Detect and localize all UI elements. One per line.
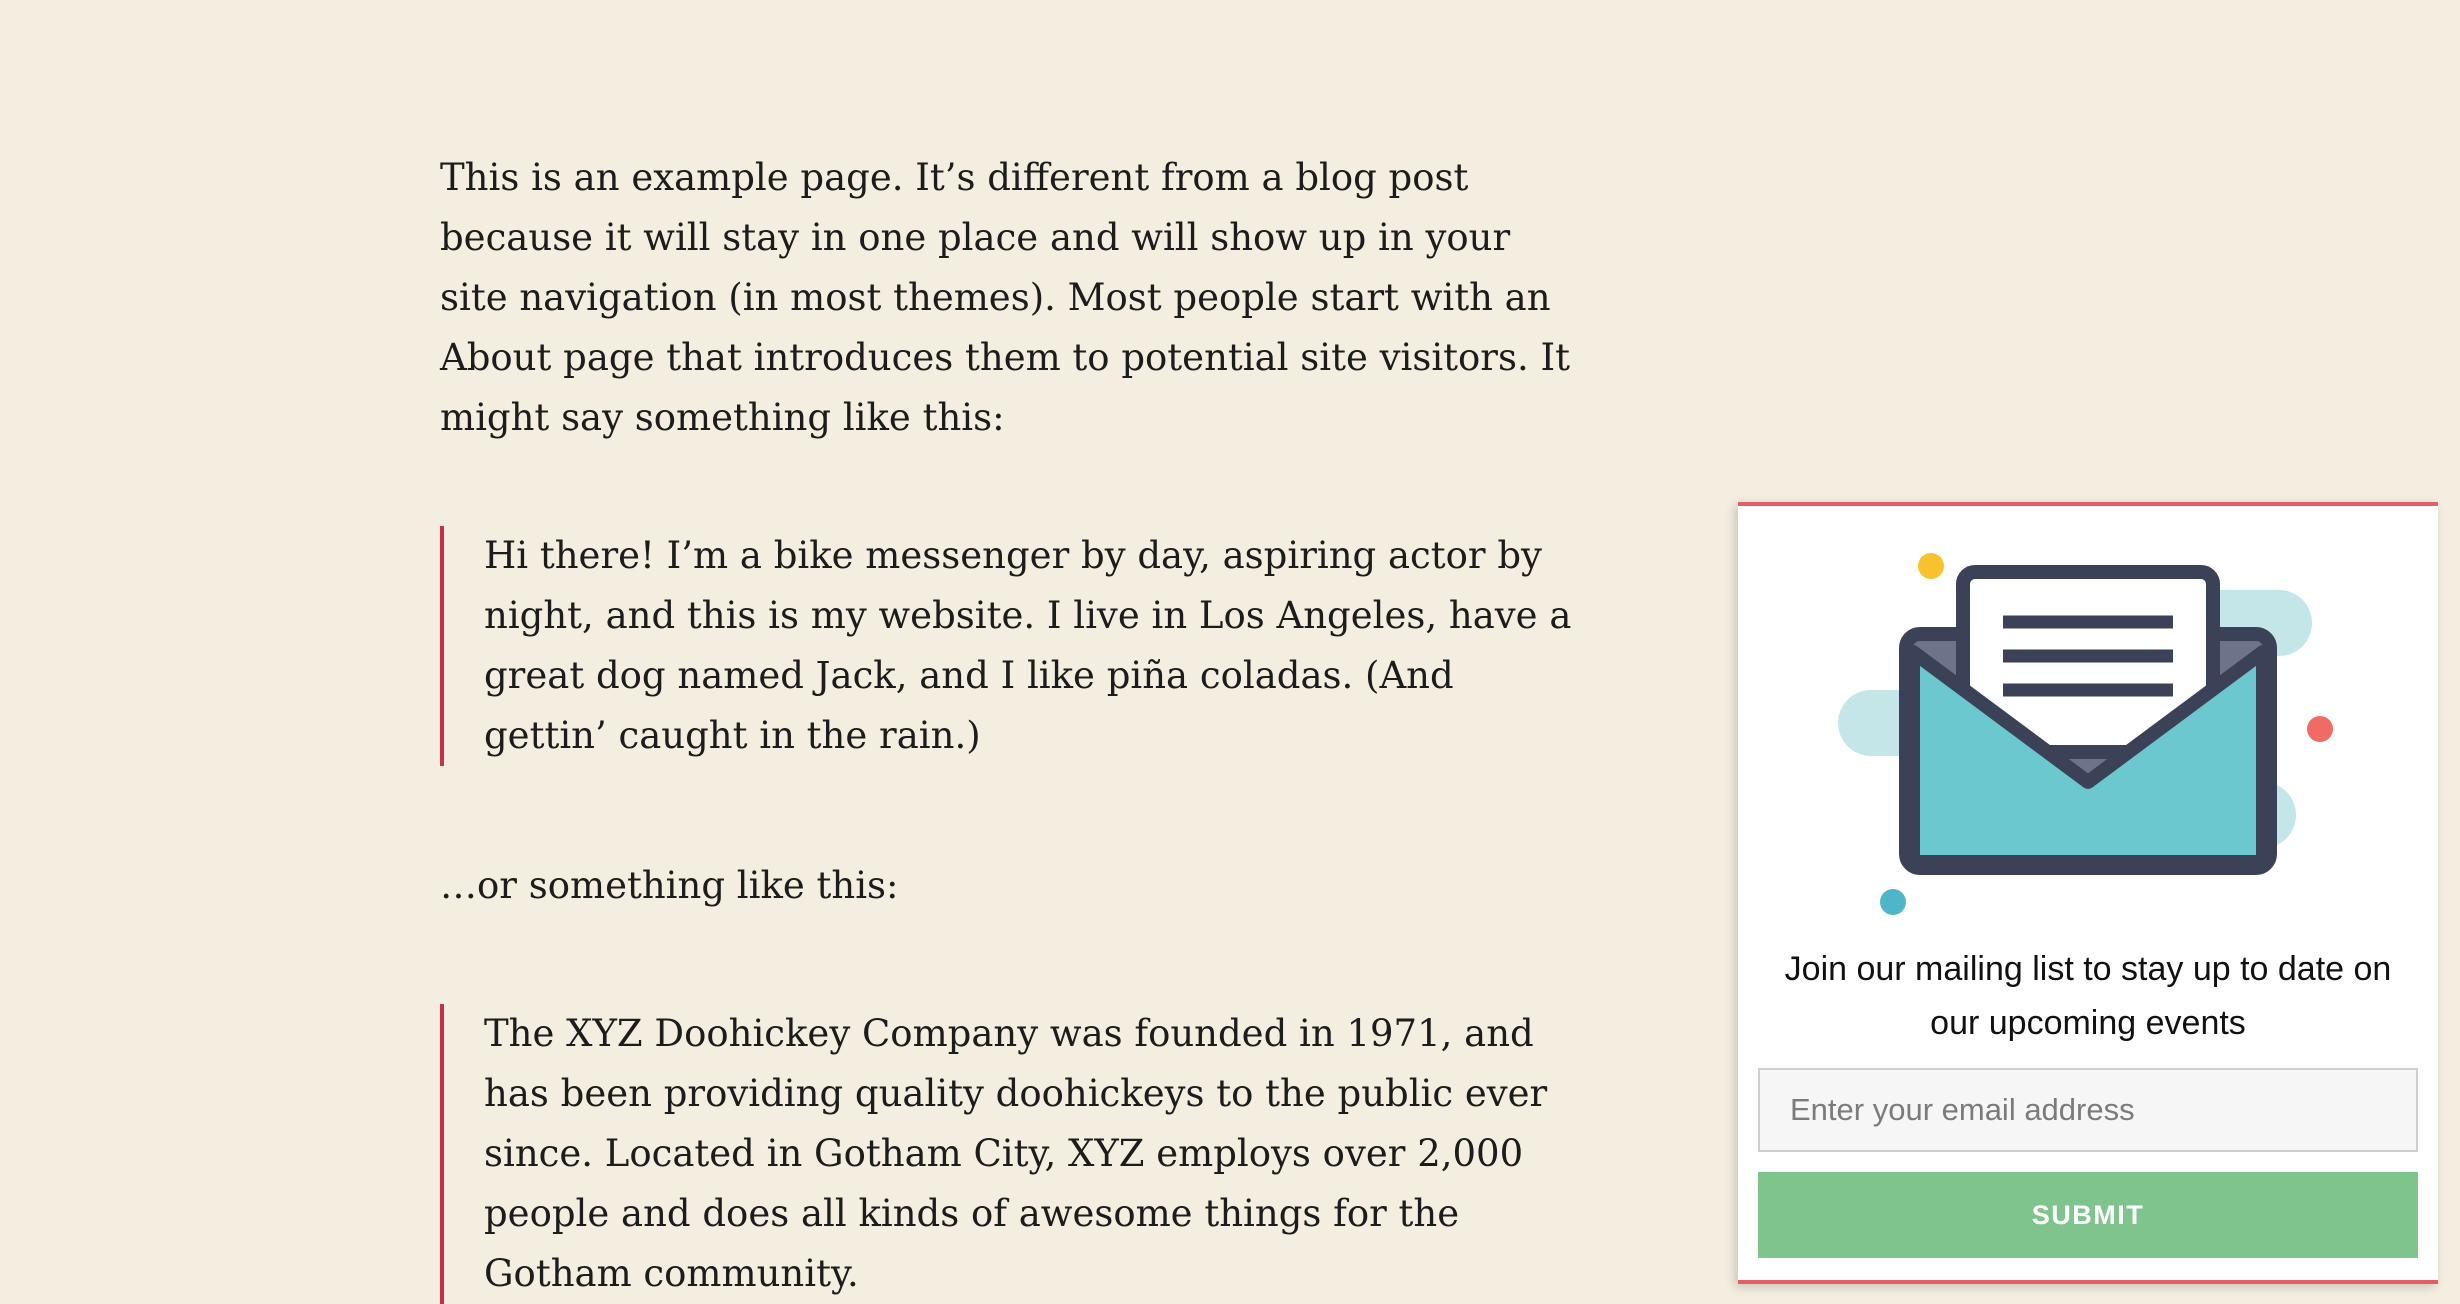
blockquote-company: The XYZ Doohickey Company was founded in… (440, 1004, 1580, 1304)
newsletter-description: Join our mailing list to stay up to date… (1784, 950, 2392, 1042)
blockquote-bike-messenger: Hi there! I’m a bike messenger by day, a… (440, 526, 1580, 766)
submit-button[interactable]: SUBMIT (1758, 1172, 2418, 1258)
blockquote-text: Hi there! I’m a bike messenger by day, a… (484, 534, 1572, 757)
decor-dot (1918, 553, 1944, 579)
decor-dot (2307, 716, 2333, 742)
intro-paragraph: This is an example page. It’s different … (440, 156, 1570, 439)
blockquote-text: The XYZ Doohickey Company was founded in… (484, 1012, 1548, 1295)
transition-paragraph: …or something like this: (440, 864, 899, 907)
page-content: This is an example page. It’s different … (440, 148, 1580, 1304)
email-input[interactable] (1758, 1068, 2418, 1152)
decor-dot (1880, 889, 1906, 915)
newsletter-widget: Join our mailing list to stay up to date… (1738, 502, 2438, 1284)
envelope-letter-illustration-icon (1838, 553, 2333, 915)
